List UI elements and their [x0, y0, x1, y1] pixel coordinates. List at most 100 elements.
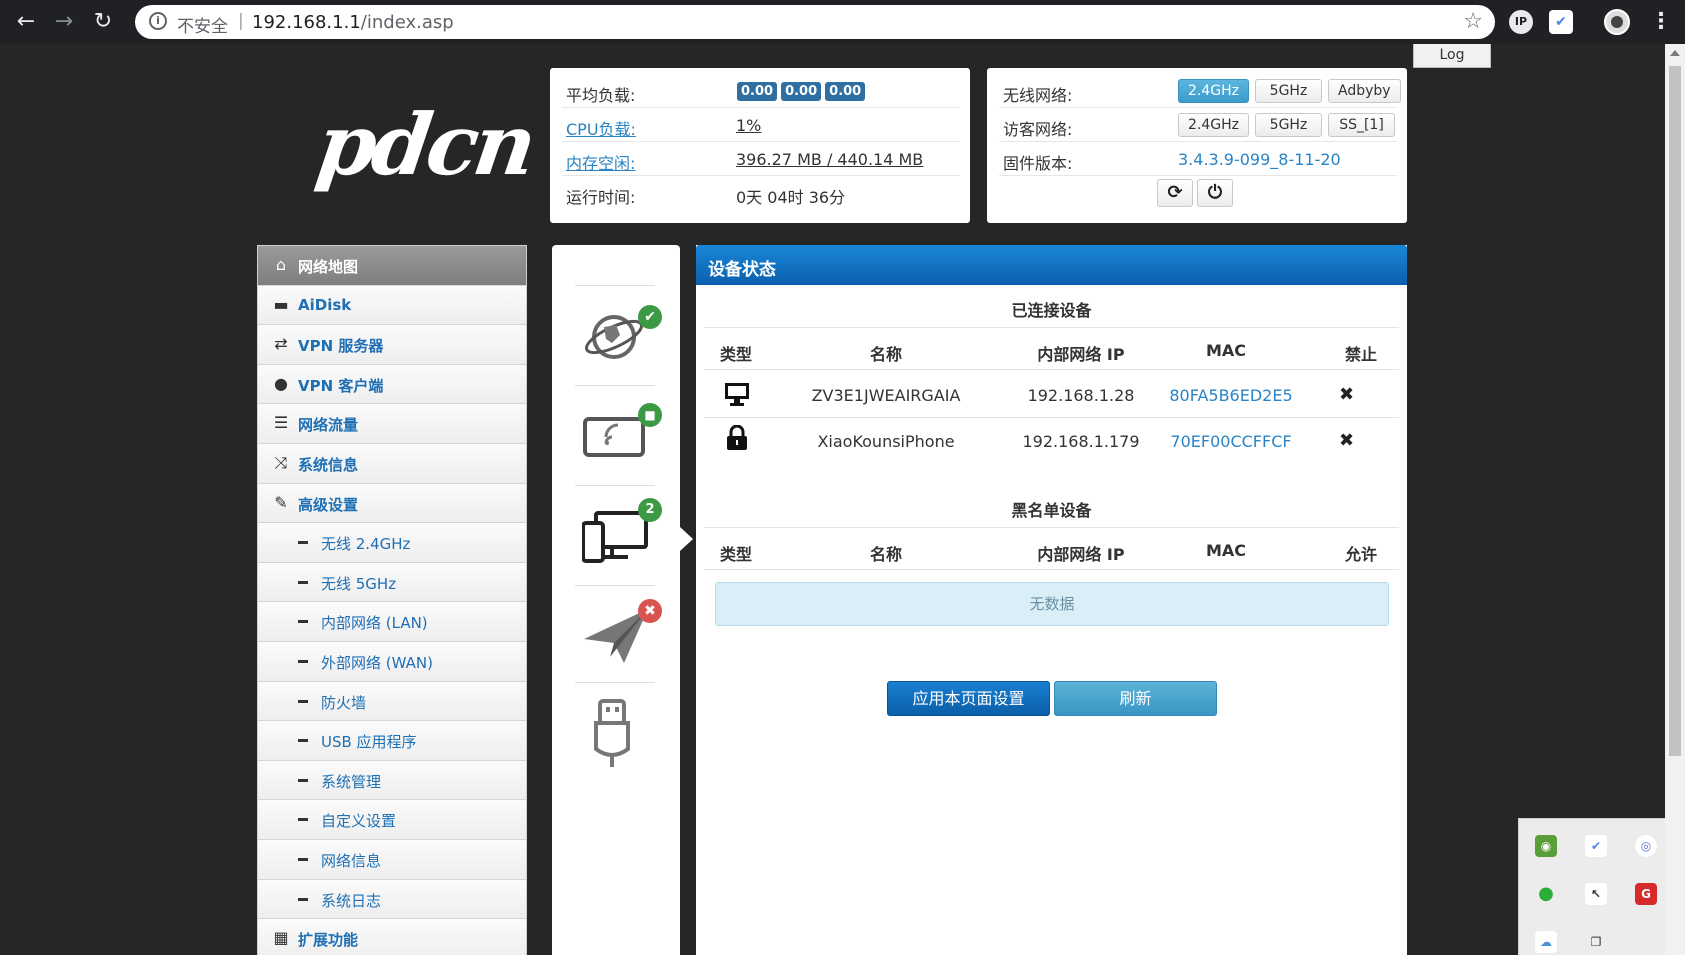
firmware-version-link[interactable]: 3.4.3.9-099_8-11-20 — [1178, 150, 1341, 169]
browser-toolbar: ← → ↻ i 不安全 | 192.168.1.1/index.asp ☆ IP… — [0, 0, 1685, 44]
info-icon[interactable]: i — [149, 12, 167, 30]
device-mac-link[interactable]: 80FA5B6ED2E5 — [1156, 386, 1306, 405]
sidebar-item-network-info[interactable]: 网络信息 — [258, 839, 526, 880]
ss-button[interactable]: SS_[1] — [1328, 113, 1395, 137]
memory-row: 内存空闲: 396.27 MB / 440.14 MB — [562, 142, 960, 176]
sidebar-item-advanced[interactable]: ✎ 高级设置 — [258, 483, 526, 524]
system-status-panel: 平均负载: 0.00 0.00 0.00 CPU负载: 1% 内存空闲: 396… — [550, 68, 970, 223]
sidebar-item-vpn-client[interactable]: ● VPN 客户端 — [258, 364, 526, 405]
sidebar-item-wan[interactable]: 外部网络 (WAN) — [258, 641, 526, 682]
sidebar-item-label: 无线 2.4GHz — [321, 535, 411, 554]
sidebar-item-usb-apps[interactable]: USB 应用程序 — [258, 721, 526, 761]
extension-k-icon[interactable]: ✔ — [1549, 10, 1573, 34]
firmware-row: 固件版本: 3.4.3.9-099_8-11-20 — [999, 142, 1397, 176]
browser-menu-icon[interactable]: ⋮ — [1650, 8, 1672, 36]
usb-share-status[interactable]: ✖ — [582, 599, 662, 673]
block-x-icon[interactable]: ✖ — [1339, 384, 1354, 405]
col-mac: MAC — [1205, 341, 1247, 360]
wrench-icon: ✎ — [274, 492, 288, 512]
app-red-icon[interactable]: G — [1635, 883, 1657, 905]
guest-5ghz-button[interactable]: 5GHz — [1255, 113, 1322, 137]
col-block: 禁止 — [1344, 345, 1377, 364]
sidebar-item-extensions[interactable]: ▦ 扩展功能 — [258, 919, 526, 955]
retweet-icon: ⇄ — [274, 334, 288, 354]
refresh-button[interactable]: 刷新 — [1054, 681, 1217, 716]
cpu-row: CPU负载: 1% — [562, 108, 960, 142]
copy-icon[interactable]: ❐ — [1585, 931, 1607, 953]
shuffle-icon: ⤨ — [274, 452, 288, 472]
sidebar-item-custom-settings[interactable]: 自定义设置 — [258, 800, 526, 840]
cpu-load-link[interactable]: CPU负载: — [566, 116, 636, 140]
selected-pointer — [680, 527, 693, 551]
cursor-app-icon[interactable]: ↖ — [1585, 883, 1607, 905]
dash-icon — [298, 620, 308, 624]
extension-k-tray-icon[interactable]: ✔ — [1585, 835, 1607, 857]
load-badge: 0.00 — [781, 82, 822, 101]
wireless-5ghz-button[interactable]: 5GHz — [1255, 79, 1322, 103]
scroll-thumb[interactable] — [1669, 66, 1681, 756]
page-scrollbar[interactable] — [1665, 44, 1685, 955]
clients-status[interactable]: 2 — [581, 498, 662, 573]
home-icon: ⌂ — [275, 255, 287, 274]
wireless-panel: 无线网络: 2.4GHz 5GHz Adbyby 访客网络: 2.4GHz 5G… — [987, 68, 1407, 223]
url-host: 192.168.1.1 — [252, 12, 361, 33]
ip-extension-icon[interactable]: IP — [1509, 10, 1533, 34]
sidebar-item-system-info[interactable]: ⤨ 系统信息 — [258, 443, 526, 484]
power-icon[interactable]: ⏻ — [1197, 179, 1233, 207]
col-allow: 允许 — [1344, 545, 1377, 564]
sidebar-item-network-map[interactable]: ⌂ 网络地图 — [258, 246, 526, 286]
col-ip: 内部网络 IP — [1037, 545, 1125, 564]
address-bar[interactable]: i 不安全 | 192.168.1.1/index.asp ☆ — [135, 5, 1495, 39]
sidebar-item-aidisk[interactable]: ▬ AiDisk — [258, 285, 526, 326]
dash-icon — [298, 580, 308, 584]
sidebar-item-label: VPN 客户端 — [298, 376, 384, 395]
wechat-icon[interactable]: ● — [1535, 883, 1557, 905]
forward-arrow-icon[interactable]: → — [50, 8, 78, 36]
dash-icon — [298, 739, 308, 743]
page-title: 设备状态 — [708, 260, 776, 280]
sidebar-item-wireless-5[interactable]: 无线 5GHz — [258, 562, 526, 603]
internet-status[interactable]: ✔ — [582, 303, 662, 373]
memory-free-link[interactable]: 内存空闲: — [566, 150, 635, 174]
scroll-up-arrow-icon[interactable] — [1670, 50, 1680, 56]
url-text[interactable]: 192.168.1.1/index.asp — [252, 12, 454, 33]
sidebar-item-lan[interactable]: 内部网络 (LAN) — [258, 602, 526, 642]
load-badges: 0.00 0.00 0.00 — [737, 82, 866, 101]
col-name: 名称 — [869, 345, 902, 364]
device-mac-link[interactable]: 70EF00CCFFCF — [1156, 432, 1306, 451]
back-arrow-icon[interactable]: ← — [12, 8, 40, 36]
usb-device[interactable] — [582, 697, 652, 767]
sidebar-item-label: 外部网络 (WAN) — [321, 653, 433, 672]
avg-load-label: 平均负载: — [566, 86, 636, 105]
divider — [575, 485, 655, 486]
bookmark-star-icon[interactable]: ☆ — [1463, 9, 1483, 34]
log-tab[interactable]: Log — [1413, 44, 1491, 68]
lock-badge-icon: ■ — [638, 403, 662, 427]
sidebar-item-system-log[interactable]: 系统日志 — [258, 879, 526, 920]
guest-24ghz-button[interactable]: 2.4GHz — [1178, 113, 1249, 137]
adbyby-button[interactable]: Adbyby — [1328, 79, 1401, 103]
wireless-security-status[interactable]: ■ — [582, 403, 662, 473]
wireless-row: 无线网络: 2.4GHz 5GHz Adbyby — [999, 74, 1401, 108]
usb-plug-icon — [594, 699, 630, 767]
col-ip: 内部网络 IP — [1037, 345, 1125, 364]
block-x-icon[interactable]: ✖ — [1339, 430, 1354, 451]
globe-icon: ● — [274, 373, 288, 393]
sidebar-item-firewall[interactable]: 防火墙 — [258, 681, 526, 722]
cloud-app-icon[interactable]: ◎ — [1635, 835, 1657, 857]
sidebar-item-label: VPN 服务器 — [298, 337, 384, 356]
check-icon: ✔ — [638, 305, 662, 329]
reboot-icon[interactable]: ⟳ — [1157, 179, 1193, 207]
sidebar-item-system-admin[interactable]: 系统管理 — [258, 760, 526, 801]
profile-avatar[interactable] — [1604, 9, 1630, 35]
baidu-netdisk-icon[interactable]: ☁ — [1535, 931, 1557, 953]
reload-icon[interactable]: ↻ — [89, 8, 117, 36]
sidebar-item-vpn-server[interactable]: ⇄ VPN 服务器 — [258, 325, 526, 365]
sidebar-item-wireless-24[interactable]: 无线 2.4GHz — [258, 523, 526, 563]
nvidia-icon[interactable]: ◉ — [1535, 835, 1557, 857]
empty-state: 无数据 — [715, 582, 1389, 626]
sidebar-item-traffic[interactable]: ☰ 网络流量 — [258, 404, 526, 444]
wireless-24ghz-button[interactable]: 2.4GHz — [1178, 79, 1249, 103]
disk-icon: ▬ — [273, 294, 289, 314]
apply-settings-button[interactable]: 应用本页面设置 — [887, 681, 1050, 716]
